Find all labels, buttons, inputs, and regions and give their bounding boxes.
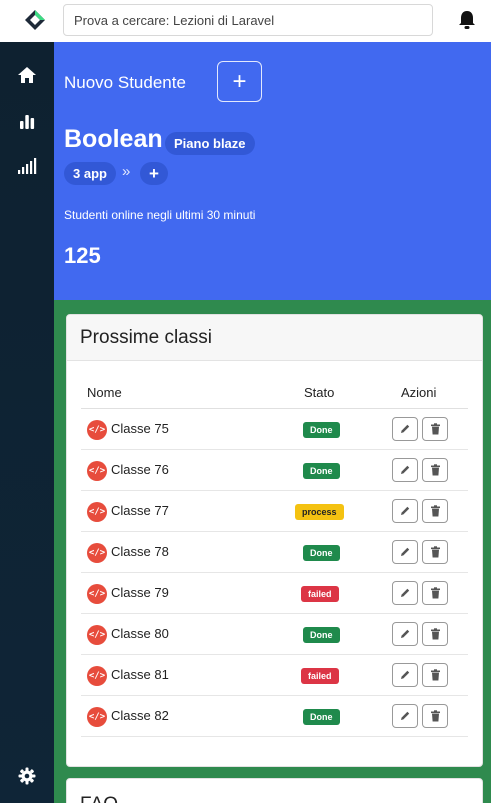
edit-button[interactable] xyxy=(392,417,418,441)
edit-button[interactable] xyxy=(392,458,418,482)
status-badge: Done xyxy=(303,422,340,438)
class-name: Classe 79 xyxy=(111,585,169,600)
table-row: </> Classe 75 Done xyxy=(81,409,468,450)
edit-button[interactable] xyxy=(392,540,418,564)
new-student-label: Nuovo Studente xyxy=(64,73,186,92)
delete-button[interactable] xyxy=(422,622,448,646)
edit-button[interactable] xyxy=(392,622,418,646)
delete-button[interactable] xyxy=(422,540,448,564)
gear-icon[interactable] xyxy=(16,765,38,787)
table-row: </> Classe 81 failed xyxy=(81,655,468,696)
content-area: Prossime classi Nome Stato Azioni </> Cl… xyxy=(54,300,491,803)
top-bar xyxy=(0,0,491,42)
delete-button[interactable] xyxy=(422,417,448,441)
company-name: Boolean xyxy=(64,125,163,153)
table-row: </> Classe 82 Done xyxy=(81,696,468,737)
class-name: Classe 78 xyxy=(111,544,169,559)
bell-icon[interactable] xyxy=(458,10,476,30)
status-badge: Done xyxy=(303,545,340,561)
delete-button[interactable] xyxy=(422,704,448,728)
sidebar xyxy=(0,42,54,803)
table-row: </> Classe 77 process xyxy=(81,491,468,532)
home-icon[interactable] xyxy=(16,64,38,86)
code-icon: </> xyxy=(87,502,107,522)
class-name: Classe 80 xyxy=(111,626,169,641)
bar-chart-icon[interactable] xyxy=(16,110,38,132)
code-icon: </> xyxy=(87,666,107,686)
delete-button[interactable] xyxy=(422,663,448,687)
column-name: Nome xyxy=(87,385,122,400)
faq-title: FAQ xyxy=(80,794,118,803)
add-student-button[interactable]: + xyxy=(217,61,262,102)
status-badge: Done xyxy=(303,627,340,643)
status-badge: failed xyxy=(301,586,339,602)
table-row: </> Classe 78 Done xyxy=(81,532,468,573)
faq-card: FAQ xyxy=(66,778,483,803)
column-actions: Azioni xyxy=(401,385,437,400)
table-row: </> Classe 76 Done xyxy=(81,450,468,491)
card-title: Prossime classi xyxy=(80,327,212,348)
search-input[interactable] xyxy=(63,4,433,36)
code-icon: </> xyxy=(87,625,107,645)
upcoming-classes-card: Prossime classi Nome Stato Azioni </> Cl… xyxy=(66,314,483,767)
class-name: Classe 81 xyxy=(111,667,169,682)
edit-button[interactable] xyxy=(392,704,418,728)
edit-button[interactable] xyxy=(392,581,418,605)
chevron-right-icon: » xyxy=(122,163,131,180)
code-icon: </> xyxy=(87,584,107,604)
status-badge: failed xyxy=(301,668,339,684)
edit-button[interactable] xyxy=(392,499,418,523)
column-state: Stato xyxy=(304,385,335,400)
card-header: Prossime classi xyxy=(67,315,482,361)
online-students-label: Studenti online negli ultimi 30 minuti xyxy=(64,208,256,222)
hero-panel: Nuovo Studente + Boolean Piano blaze 3 a… xyxy=(54,42,491,300)
status-badge: Done xyxy=(303,463,340,479)
class-name: Classe 76 xyxy=(111,462,169,477)
code-icon: </> xyxy=(87,461,107,481)
signal-icon[interactable] xyxy=(16,155,38,177)
code-icon: </> xyxy=(87,707,107,727)
class-name: Classe 77 xyxy=(111,503,169,518)
status-badge: Done xyxy=(303,709,340,725)
delete-button[interactable] xyxy=(422,581,448,605)
online-students-count: 125 xyxy=(64,243,101,268)
delete-button[interactable] xyxy=(422,458,448,482)
table-header: Nome Stato Azioni xyxy=(81,385,468,409)
status-badge: process xyxy=(295,504,344,520)
add-app-button[interactable]: + xyxy=(140,162,168,185)
code-icon: </> xyxy=(87,420,107,440)
delete-button[interactable] xyxy=(422,499,448,523)
plan-badge: Piano blaze xyxy=(165,132,255,155)
table-row: </> Classe 80 Done xyxy=(81,614,468,655)
code-icon: </> xyxy=(87,543,107,563)
logo-icon[interactable] xyxy=(24,9,46,31)
apps-badge[interactable]: 3 app xyxy=(64,162,116,185)
edit-button[interactable] xyxy=(392,663,418,687)
class-name: Classe 75 xyxy=(111,421,169,436)
class-name: Classe 82 xyxy=(111,708,169,723)
table-row: </> Classe 79 failed xyxy=(81,573,468,614)
